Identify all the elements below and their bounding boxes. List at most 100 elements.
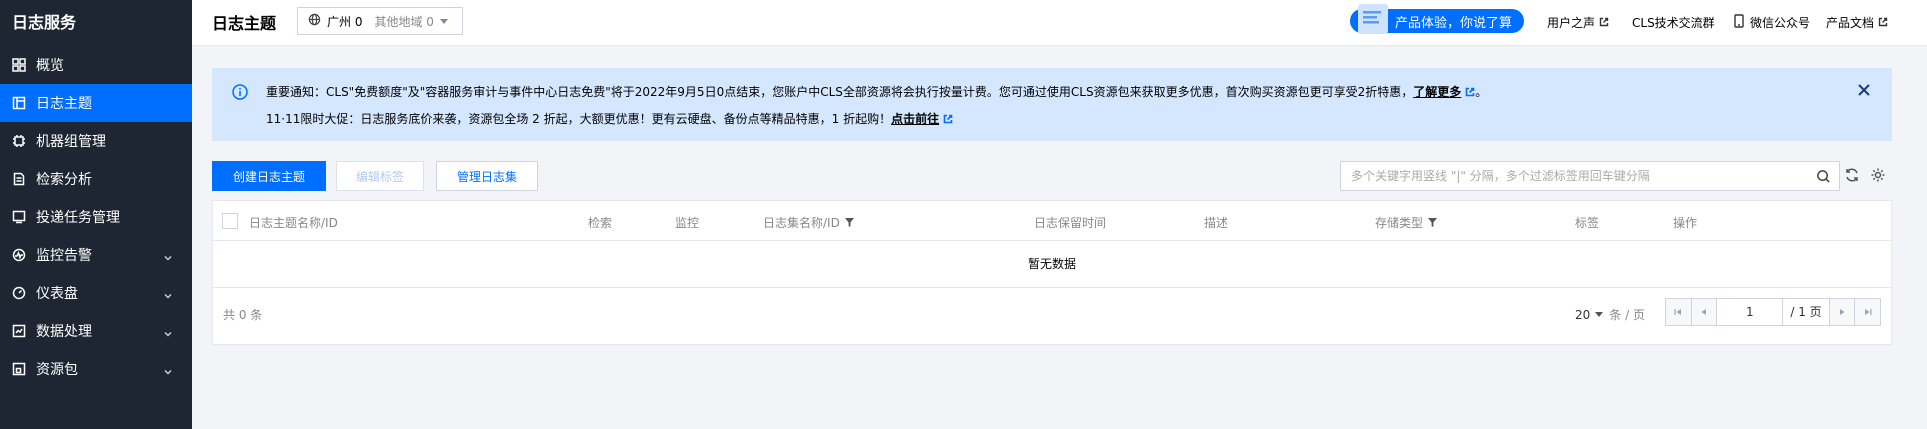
sidebar-item-machine-group[interactable]: 机器组管理 [0, 122, 192, 160]
chip-icon [12, 134, 26, 148]
manage-logsets-button[interactable]: 管理日志集 [436, 161, 538, 191]
region-selector[interactable]: 广州 0 其他地域 0 [297, 7, 463, 35]
product-feedback-button[interactable]: 产品体验，你说了算 [1350, 4, 1524, 34]
search-icon[interactable] [1816, 169, 1831, 184]
product-docs-link[interactable]: 产品文档 [1826, 14, 1888, 31]
column-header: 操作 [1673, 216, 1698, 230]
go-now-link[interactable]: 点击前往 [891, 112, 939, 126]
column-header: 监控 [675, 216, 700, 230]
info-icon [232, 84, 248, 100]
total-pages: / 1 页 [1790, 305, 1822, 319]
page-size-value: 20 [1575, 307, 1591, 322]
log-topic-table: 日志主题名称/ID 检索 监控 日志集名称/ID 日志保留时间 描述 存储类型 … [212, 200, 1892, 345]
pulse-icon [12, 248, 26, 262]
region-other: 其他地域 0 [374, 14, 434, 29]
sidebar-item-label: 概览 [36, 58, 64, 74]
pagination: / 1 页 [1665, 298, 1881, 326]
chevron-down-icon [164, 364, 172, 375]
sidebar-item-label: 检索分析 [36, 172, 92, 188]
page-title: 日志主题 [212, 14, 277, 33]
column-header-logset: 日志集名称/ID [763, 214, 854, 231]
sidebar-item-label: 资源包 [36, 362, 78, 378]
notice-line-2-text: 11·11限时大促：日志服务底价来袭，资源包全场 2 折起，大额更优惠！更有云硬… [266, 112, 892, 126]
notice-banner: 重要通知：CLS"免费额度"及"容器服务审计与事件中心日志免费"将于2022年9… [212, 68, 1892, 141]
globe-icon [308, 13, 321, 29]
sidebar: 日志服务 概览 日志主题 机器组管理 检索分析 投递任务管理 监控告警 仪表盘 … [0, 0, 192, 429]
user-voice-link[interactable]: 用户之声 [1547, 14, 1609, 31]
page-number-input[interactable] [1717, 299, 1784, 325]
page-size-selector[interactable]: 20 条 / 页 [1575, 306, 1645, 323]
learn-more-link[interactable]: 了解更多 [1413, 85, 1461, 99]
grid-icon [12, 58, 26, 72]
sidebar-item-label: 仪表盘 [36, 286, 78, 302]
filter-icon[interactable] [1423, 216, 1438, 230]
sidebar-item-dashboard[interactable]: 仪表盘 [0, 274, 192, 312]
wechat-label: 微信公众号 [1750, 16, 1811, 30]
external-link-icon [1461, 85, 1475, 99]
sidebar-item-log-topic[interactable]: 日志主题 [0, 84, 192, 122]
sidebar-item-label: 数据处理 [36, 324, 92, 340]
processing-icon [12, 324, 26, 338]
filter-icon[interactable] [840, 216, 854, 230]
sidebar-item-label: 监控告警 [36, 248, 92, 264]
page-size-unit: 条 / 页 [1609, 308, 1645, 322]
tech-group-link[interactable]: CLS技术交流群 [1632, 14, 1715, 31]
column-header: 描述 [1204, 216, 1229, 230]
document-icon [12, 172, 26, 186]
external-link-icon [939, 112, 953, 126]
gear-icon[interactable] [1870, 167, 1886, 183]
refresh-icon[interactable] [1844, 167, 1860, 183]
phone-icon [1734, 14, 1750, 31]
column-header: 日志主题名称/ID [249, 216, 338, 230]
sidebar-item-label: 机器组管理 [36, 134, 106, 150]
chevron-down-icon [164, 326, 172, 337]
next-page-icon[interactable] [1828, 299, 1855, 325]
chevron-down-icon [164, 250, 172, 261]
notice-line-1-end: 。 [1475, 85, 1488, 99]
column-header: 检索 [588, 216, 613, 230]
sidebar-item-monitoring-alerts[interactable]: 监控告警 [0, 236, 192, 274]
wechat-link[interactable]: 微信公众号 [1734, 14, 1810, 31]
brand-title: 日志服务 [12, 13, 77, 32]
package-icon [12, 362, 26, 376]
empty-state: 暂无数据 [213, 241, 1891, 288]
total-count: 共 0 条 [223, 308, 263, 322]
sidebar-item-delivery-tasks[interactable]: 投递任务管理 [0, 198, 192, 236]
sidebar-item-overview[interactable]: 概览 [0, 46, 192, 84]
search-box [1340, 161, 1840, 191]
column-header: 日志保留时间 [1034, 216, 1107, 230]
external-link-icon [1874, 16, 1888, 30]
user-voice-label: 用户之声 [1547, 16, 1596, 30]
sidebar-item-search-analysis[interactable]: 检索分析 [0, 160, 192, 198]
notice-line-2: 11·11限时大促：日志服务底价来袭，资源包全场 2 折起，大额更优惠！更有云硬… [266, 110, 953, 127]
column-header: 标签 [1575, 216, 1600, 230]
region-current: 广州 0 [327, 14, 363, 29]
caret-down-icon [1595, 312, 1604, 317]
sidebar-item-data-processing[interactable]: 数据处理 [0, 312, 192, 350]
promo-label: 产品体验，你说了算 [1394, 15, 1512, 31]
chevron-down-icon [164, 288, 172, 299]
close-icon[interactable] [1858, 84, 1870, 96]
edit-tags-button[interactable]: 编辑标签 [336, 161, 424, 191]
select-all-checkbox[interactable] [222, 213, 238, 229]
tech-group-label: CLS技术交流群 [1632, 16, 1715, 30]
notice-line-1-text: 重要通知：CLS"免费额度"及"容器服务审计与事件中心日志免费"将于2022年9… [266, 85, 1414, 99]
table-header: 日志主题名称/ID 检索 监控 日志集名称/ID 日志保留时间 描述 存储类型 … [213, 201, 1891, 241]
prev-page-icon[interactable] [1691, 299, 1718, 325]
sidebar-item-label: 日志主题 [36, 96, 92, 112]
last-page-icon[interactable] [1854, 299, 1880, 325]
sidebar-item-label: 投递任务管理 [36, 210, 120, 226]
product-docs-label: 产品文档 [1826, 16, 1875, 30]
top-header: 日志主题 广州 0 其他地域 0 产品体验，你说了算 用户之声 CLS技术交流群… [192, 0, 1927, 46]
notice-line-1: 重要通知：CLS"免费额度"及"容器服务审计与事件中心日志免费"将于2022年9… [266, 83, 1487, 100]
column-header-storage: 存储类型 [1375, 214, 1438, 231]
first-page-icon[interactable] [1666, 299, 1692, 325]
sidebar-item-resource-package[interactable]: 资源包 [0, 350, 192, 388]
search-input[interactable] [1341, 162, 1801, 190]
create-log-topic-button[interactable]: 创建日志主题 [212, 161, 326, 191]
column-header-label: 存储类型 [1375, 216, 1424, 230]
feedback-doc-icon [1358, 4, 1388, 34]
topic-icon [12, 96, 26, 110]
column-header-label: 日志集名称/ID [763, 216, 840, 230]
gauge-icon [12, 286, 26, 300]
